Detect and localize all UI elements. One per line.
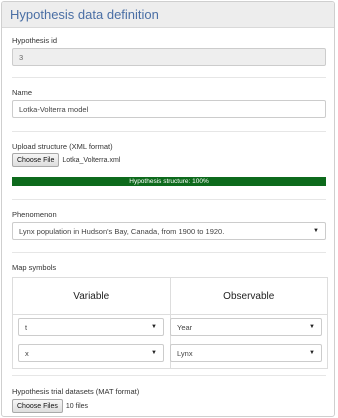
dropdown-caret-icon: ▼ (151, 324, 157, 330)
observable-select[interactable]: Lynx ▼ (170, 344, 322, 362)
phenomenon-select[interactable]: Lynx population in Hudson's Bay, Canada,… (12, 222, 326, 240)
observable-header: Observable (223, 290, 275, 302)
name-value: Lotka-Volterra model (19, 104, 89, 114)
variable-select[interactable]: x ▼ (18, 344, 164, 362)
name-label: Name (12, 88, 33, 97)
dropdown-caret-icon: ▼ (309, 324, 315, 330)
structure-filename: Lotka_Volterra.xml (62, 156, 121, 164)
observable-select[interactable]: Year ▼ (170, 318, 322, 336)
divider (12, 77, 326, 78)
observable-value: Year (177, 322, 193, 332)
divider (12, 131, 326, 132)
hypothesis-id-field: 3 (12, 48, 326, 66)
map-symbols-label: Map symbols (12, 263, 57, 272)
variable-value: x (25, 348, 29, 358)
structure-file-input[interactable]: Choose File Lotka_Volterra.xml (12, 153, 120, 167)
divider (12, 375, 326, 376)
variable-header: Variable (13, 278, 171, 314)
hypothesis-id-value: 3 (19, 52, 24, 62)
hypothesis-panel: Hypothesis data definition Hypothesis id… (1, 1, 335, 417)
variable-value: t (25, 322, 28, 332)
upload-structure-label: Upload structure (XML format) (12, 142, 113, 151)
trial-datasets-count: 10 files (65, 402, 89, 410)
map-symbols-table: Variable Observable t ▼ Year ▼ x ▼ Lynx … (12, 277, 328, 369)
phenomenon-label: Phenomenon (12, 210, 57, 219)
table-row: x ▼ Lynx ▼ (18, 344, 322, 362)
variable-select[interactable]: t ▼ (18, 318, 164, 336)
table-header: Variable Observable (13, 278, 327, 315)
dropdown-caret-icon: ▼ (309, 350, 315, 356)
phenomenon-selected: Lynx population in Hudson's Bay, Canada,… (19, 226, 225, 236)
dropdown-caret-icon: ▼ (313, 228, 319, 234)
divider (12, 252, 326, 253)
choose-files-button[interactable]: Choose Files (12, 399, 63, 413)
trial-datasets-file-input[interactable]: Choose Files 10 files (12, 399, 88, 413)
dropdown-caret-icon: ▼ (151, 350, 157, 356)
observable-value: Lynx (177, 348, 193, 358)
name-input[interactable]: Lotka-Volterra model (12, 100, 326, 118)
trial-datasets-label: Hypothesis trial datasets (MAT format) (12, 387, 140, 396)
panel-title: Hypothesis data definition (2, 2, 334, 28)
structure-progress-bar: Hypothesis structure: 100% (12, 177, 326, 186)
structure-progress-fill: Hypothesis structure: 100% (12, 177, 326, 186)
choose-file-button[interactable]: Choose File (12, 153, 60, 167)
structure-progress-text: Hypothesis structure: 100% (129, 178, 209, 185)
divider (12, 199, 326, 200)
table-row: t ▼ Year ▼ (18, 318, 322, 336)
hypothesis-id-label: Hypothesis id (12, 36, 58, 45)
